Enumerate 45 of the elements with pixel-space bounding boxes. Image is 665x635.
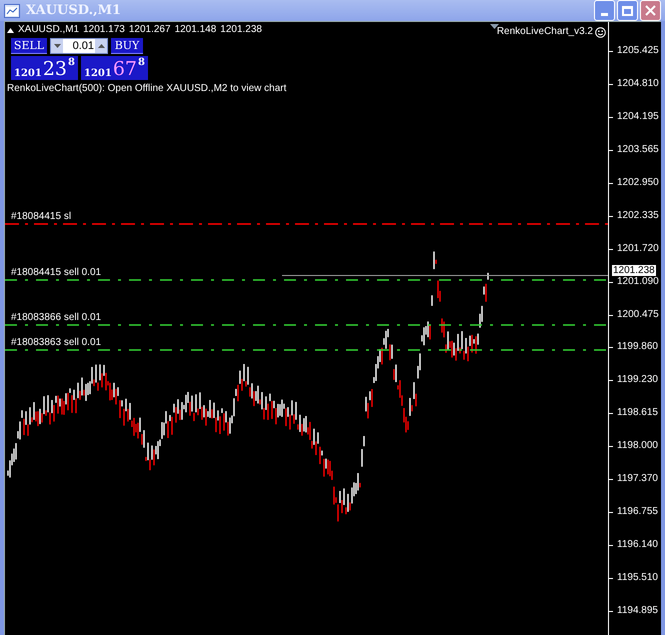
price-axis-label: 1196.140 <box>617 538 658 552</box>
price-axis-label: 1204.810 <box>617 76 659 91</box>
price-axis-label: 1201.090 <box>617 274 659 289</box>
price-axis-label: 1195.510 <box>617 571 658 585</box>
price-axis-label: 1199.860 <box>617 340 658 354</box>
collapse-triangle-icon[interactable] <box>7 28 14 32</box>
price-axis-label: 1196.755 <box>617 505 658 520</box>
chart-symbol: XAUUSD.,M1 <box>18 24 80 36</box>
maximize-button[interactable] <box>617 0 638 21</box>
price-axis-label: 1202.950 <box>617 176 659 190</box>
chart-window-icon <box>4 4 20 18</box>
price-axis-label: 1201.720 <box>617 242 659 256</box>
price-axis-label: 1203.565 <box>617 142 659 157</box>
buy-button[interactable]: BUY <box>111 38 143 54</box>
order-line-label: #18083866 sell 0.01 <box>11 312 102 324</box>
expert-name: RenkoLiveChart_v3.2 <box>496 26 593 38</box>
marker-triangle-icon <box>490 24 499 29</box>
ohlc-price: 1201.148 <box>174 24 216 36</box>
price-axis-label: 1197.370 <box>617 472 658 486</box>
price-axis-label: 1204.195 <box>617 110 659 124</box>
window-title: XAUUSD.,M1 <box>26 2 122 20</box>
ohlc-price: 1201.238 <box>220 24 262 36</box>
price-axis-label: 1194.895 <box>617 604 658 618</box>
current-price-tag: 1201.238 <box>612 265 656 276</box>
price-axis-label: 1200.475 <box>617 308 659 322</box>
sell-button[interactable]: SELL <box>11 38 47 54</box>
price-axis-label: 1198.615 <box>617 406 658 420</box>
lot-size-value: 0.01 <box>72 38 95 54</box>
price-axis-label: 1198.000 <box>617 439 658 454</box>
price-axis-label: 1199.230 <box>617 373 658 388</box>
smiley-icon <box>595 26 606 38</box>
down-arrow-icon[interactable] <box>54 44 60 48</box>
minimize-button[interactable] <box>594 0 615 21</box>
close-icon <box>645 5 656 16</box>
lot-size-spinner[interactable]: 0.01 <box>50 38 108 54</box>
price-axis-label: 1205.425 <box>617 44 659 58</box>
order-line-label: #18083863 sell 0.01 <box>11 337 102 349</box>
order-line-label: #18084415 sl <box>11 211 72 223</box>
price-axis-label: 1202.335 <box>617 208 659 223</box>
close-button[interactable] <box>640 0 661 21</box>
up-arrow-icon[interactable] <box>98 44 104 48</box>
ohlc-price: 1201.267 <box>128 24 171 36</box>
indicator-message: RenkoLiveChart(500): Open Offline XAUUSD.,M2 to view chart <box>7 83 286 95</box>
ohlc-price: 1201.173 <box>83 24 125 36</box>
order-line-label: #18084415 sell 0.01 <box>11 267 102 279</box>
